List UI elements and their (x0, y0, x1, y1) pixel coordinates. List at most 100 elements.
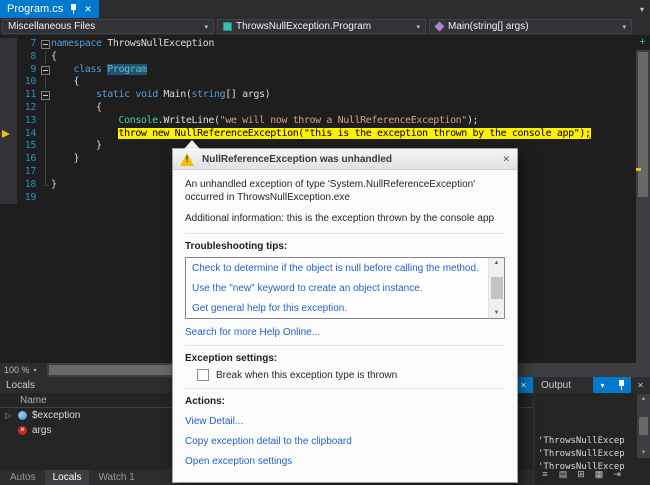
editor-vertical-scrollbar[interactable] (636, 50, 650, 363)
collapse-icon[interactable] (41, 65, 50, 75)
breakpoint-margin[interactable] (0, 114, 17, 128)
dialog-title: NullReferenceException was unhandled (202, 153, 393, 165)
code-line-13[interactable]: 13 Console.WriteLine("we will now throw … (0, 114, 636, 128)
breakpoint-margin[interactable] (0, 76, 17, 90)
code-text[interactable]: throw new NullReferenceException("this i… (51, 127, 636, 141)
collapse-icon[interactable] (41, 40, 50, 49)
code-line-10[interactable]: 10 { (0, 76, 636, 90)
split-editor-icon[interactable]: + (636, 36, 649, 49)
breakpoint-margin[interactable] (0, 50, 17, 64)
line-number: 10 (17, 76, 40, 90)
breakpoint-margin[interactable] (0, 153, 17, 166)
code-line-14[interactable]: 14 throw new NullReferenceException("thi… (0, 127, 636, 141)
exception-message: An unhandled exception of type 'System.N… (185, 179, 476, 203)
pin-icon[interactable] (70, 4, 77, 14)
type-dropdown[interactable]: ThrowsNullException.Program ▾ (217, 19, 426, 34)
action-link[interactable]: Copy exception detail to the clipboard (185, 432, 505, 452)
scroll-down-icon[interactable]: ▼ (641, 450, 647, 456)
code-text[interactable]: { (51, 51, 636, 64)
troubleshooting-tip-link[interactable]: Check to determine if the object is null… (192, 259, 482, 279)
close-icon[interactable]: ✕ (84, 4, 92, 15)
fold-margin (40, 114, 51, 128)
code-line-7[interactable]: 7 namespace ThrowsNullException (0, 38, 636, 51)
code-text[interactable]: { (51, 102, 636, 115)
word-wrap-icon[interactable]: ▦ (591, 466, 607, 482)
fold-margin (40, 140, 51, 154)
fold-margin (40, 165, 51, 179)
code-text[interactable]: namespace ThrowsNullException (51, 38, 636, 51)
autoscroll-icon[interactable]: ⇥ (609, 466, 625, 482)
window-position-icon[interactable]: ▾ (593, 377, 612, 393)
action-link[interactable]: Open exception settings (185, 452, 505, 472)
output-scrollbar[interactable]: ▲ ▼ (637, 394, 650, 458)
project-scope-dropdown[interactable]: Miscellaneous Files ▾ (2, 19, 214, 34)
break-checkbox[interactable] (197, 369, 209, 381)
scrollbar-thumb[interactable] (638, 52, 648, 197)
panel-tab[interactable]: Watch 1 (90, 470, 142, 485)
output-source-icon[interactable]: ≡ (537, 466, 553, 482)
breakpoint-margin[interactable] (0, 191, 17, 205)
troubleshooting-tip-link[interactable]: Get general help for this exception. (192, 299, 482, 318)
chevron-down-icon: ▾ (33, 367, 37, 374)
additional-info: Additional information: this is the exce… (185, 213, 495, 224)
scrollbar-thumb[interactable] (490, 277, 503, 299)
scrollbar-thumb[interactable] (639, 417, 648, 435)
breakpoint-margin[interactable] (0, 140, 17, 154)
breakpoint-margin[interactable] (0, 63, 17, 77)
breakpoint-margin[interactable] (0, 127, 17, 141)
tab-program-cs[interactable]: Program.cs ✕ (0, 0, 99, 18)
member-label: Main(string[] args) (448, 21, 529, 32)
find-message-icon[interactable]: ▤ (555, 466, 571, 482)
line-number: 12 (17, 101, 40, 115)
code-text[interactable]: static void Main(string[] args) (51, 89, 636, 102)
pin-icon[interactable] (612, 377, 631, 393)
output-line: 'ThrowsNullExcep (538, 449, 625, 459)
actions-label: Actions: (185, 396, 225, 407)
scroll-up-icon[interactable]: ▲ (494, 260, 500, 266)
exception-settings-label: Exception settings: (185, 353, 278, 364)
code-line-8[interactable]: 8{ (0, 50, 636, 64)
breakpoint-margin[interactable] (0, 89, 17, 102)
line-number: 19 (17, 191, 40, 205)
fold-margin (40, 101, 51, 115)
variable-name: $exception (32, 410, 81, 421)
scroll-down-icon[interactable]: ▼ (494, 310, 500, 316)
panel-tab[interactable]: Locals (44, 470, 90, 485)
fold-margin[interactable] (40, 89, 51, 102)
close-icon[interactable]: ✕ (502, 154, 510, 165)
close-icon[interactable]: ✕ (631, 377, 650, 393)
output-title: Output (541, 379, 572, 391)
breakpoint-margin[interactable] (0, 101, 17, 115)
code-line-12[interactable]: 12 { (0, 101, 636, 115)
search-help-link[interactable]: Search for more Help Online... (185, 327, 505, 338)
breakpoint-margin[interactable] (0, 165, 17, 179)
break-setting-row: Break when this exception type is thrown (185, 369, 505, 381)
action-link[interactable]: View Detail... (185, 412, 505, 432)
clear-all-icon[interactable]: ⊞ (573, 466, 589, 482)
troubleshooting-tips-box: ▲ ▼ Check to determine if the object is … (185, 257, 505, 319)
zoom-control[interactable]: 100 % ▾ (0, 363, 47, 377)
null-value-icon (18, 425, 27, 435)
code-text[interactable]: { (51, 76, 636, 89)
collapse-icon[interactable] (41, 91, 50, 101)
troubleshooting-tip-link[interactable]: Use the "new" keyword to create an objec… (192, 279, 482, 299)
breakpoint-margin[interactable] (0, 178, 17, 192)
scroll-up-icon[interactable]: ▲ (641, 396, 647, 402)
panel-tab[interactable]: Autos (2, 470, 44, 485)
fold-margin[interactable] (40, 63, 51, 77)
chevron-down-icon[interactable]: ▾ (640, 5, 644, 14)
fold-margin (40, 153, 51, 166)
member-dropdown[interactable]: Main(string[] args) ▾ (429, 19, 632, 34)
code-text[interactable]: class Program (51, 63, 636, 77)
code-line-9[interactable]: 9 class Program (0, 63, 636, 77)
tips-scrollbar[interactable]: ▲ ▼ (488, 258, 504, 318)
exception-dialog: NullReferenceException was unhandled ✕ A… (172, 140, 518, 483)
divider (185, 388, 505, 389)
code-line-11[interactable]: 11 static void Main(string[] args) (0, 89, 636, 102)
zoom-level: 100 % (4, 365, 30, 375)
fold-margin[interactable] (40, 38, 51, 51)
expand-arrow-icon[interactable]: ▷ (4, 411, 13, 420)
chevron-down-icon: ▾ (416, 23, 420, 31)
breakpoint-margin[interactable] (0, 38, 17, 51)
code-text[interactable]: Console.WriteLine("we will now throw a N… (51, 115, 636, 128)
